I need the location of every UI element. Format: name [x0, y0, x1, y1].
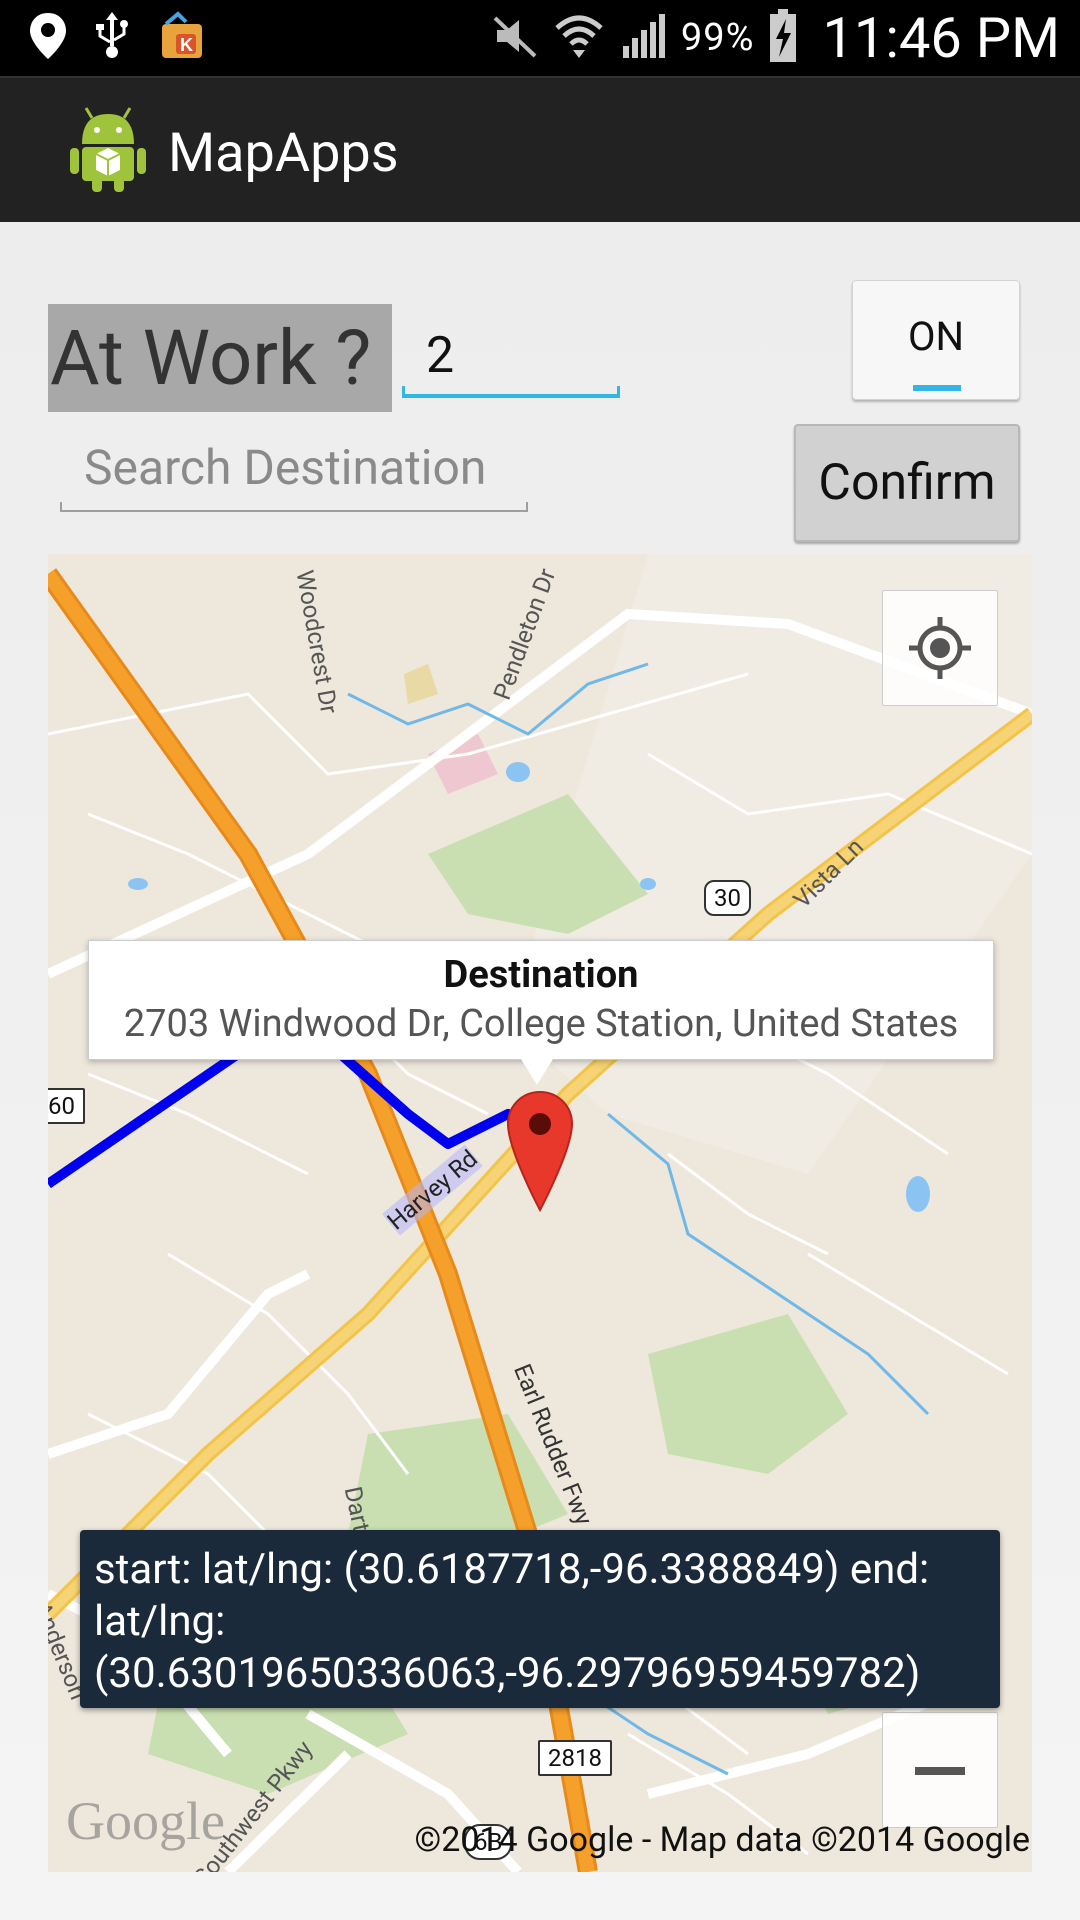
- mute-icon: [491, 12, 539, 64]
- at-work-label: At Work ?: [48, 304, 392, 412]
- signal-icon: [619, 12, 667, 64]
- coordinates-toast: start: lat/lng: (30.6187718,-96.3388849)…: [80, 1530, 1000, 1708]
- my-location-button[interactable]: [882, 590, 998, 706]
- action-bar: MapApps: [0, 76, 1080, 222]
- location-icon: [28, 11, 68, 65]
- minus-icon: [915, 1767, 965, 1775]
- google-logo: Google: [66, 1791, 225, 1851]
- destination-info-window[interactable]: Destination 2703 Windwood Dr, College St…: [88, 940, 994, 1085]
- crosshair-icon: [883, 617, 997, 709]
- svg-text:K: K: [180, 35, 193, 55]
- status-bar: K 99% 11:46 PM: [0, 0, 1080, 76]
- android-app-icon: [68, 104, 148, 194]
- confirm-button[interactable]: Confirm: [794, 424, 1020, 542]
- battery-charging-icon: [768, 9, 798, 67]
- search-destination-input[interactable]: Search Destination: [60, 436, 528, 512]
- highway-shield-30: 30: [704, 880, 751, 916]
- clock: 11:46 PM: [822, 5, 1060, 71]
- info-window-address: 2703 Windwood Dr, College Station, Unite…: [123, 1002, 959, 1046]
- highway-shield-60: 60: [48, 1088, 85, 1124]
- info-window-title: Destination: [443, 953, 639, 997]
- app-title: MapApps: [168, 122, 399, 185]
- toggle-label: ON: [907, 313, 965, 360]
- highway-shield-2818: 2818: [538, 1740, 612, 1776]
- battery-percentage: 99%: [680, 16, 755, 60]
- count-input[interactable]: 2: [402, 322, 620, 398]
- zoom-out-button[interactable]: [882, 1712, 998, 1828]
- wifi-icon: [553, 10, 605, 66]
- info-window-pointer: [521, 1059, 553, 1085]
- kingroot-icon: K: [156, 10, 208, 66]
- usb-icon: [94, 10, 130, 66]
- toggle-indicator: [913, 385, 961, 391]
- map-copyright: ©2014 Google - Map data ©2014 Google: [414, 1820, 1030, 1860]
- on-off-toggle[interactable]: ON: [852, 280, 1020, 400]
- destination-marker-icon[interactable]: [506, 1090, 574, 1213]
